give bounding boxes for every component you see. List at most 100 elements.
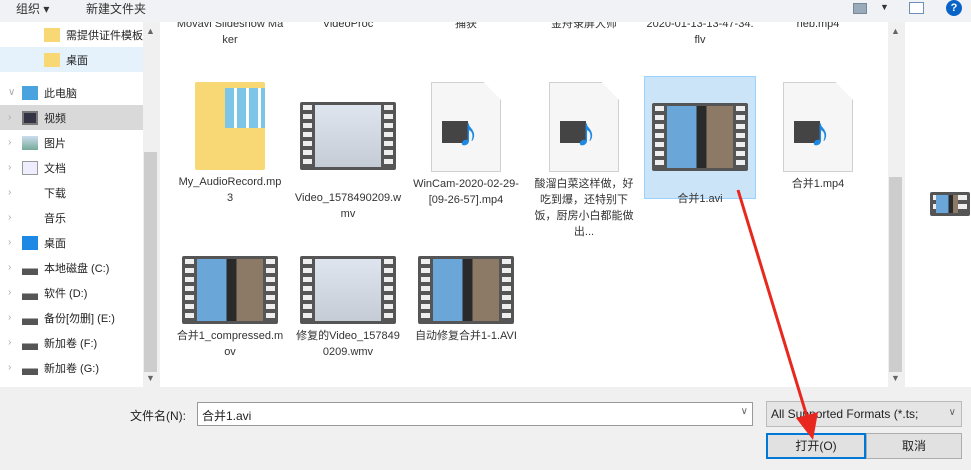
nav-item[interactable]: › 新加卷 (G:) bbox=[0, 355, 143, 380]
nav-item[interactable]: › 视频 bbox=[0, 105, 143, 130]
nav-item[interactable]: › 新加卷 (F:) bbox=[0, 330, 143, 355]
nav-item[interactable]: ∨ 此电脑 bbox=[0, 80, 143, 105]
chevron-right-icon[interactable]: › bbox=[8, 137, 22, 148]
chevron-right-icon[interactable]: › bbox=[8, 237, 22, 248]
chevron-right-icon[interactable]: › bbox=[8, 262, 22, 273]
file-name: WinCam-2020-02-29-[09-26-57].mp4 bbox=[413, 178, 519, 206]
file-item[interactable]: ♪ 酸溜白菜这样做，好吃到爆，还特别下饭，厨房小白都能做出... bbox=[528, 76, 640, 240]
nav-item[interactable]: › 备份[勿删] (E:) bbox=[0, 305, 143, 330]
help-icon[interactable]: ? bbox=[946, 0, 962, 16]
file-item[interactable]: 修复的Video_1578490209.wmv bbox=[292, 254, 404, 360]
nav-item-label: 软件 (D:) bbox=[44, 287, 88, 300]
nav-item[interactable]: › 桌面 bbox=[0, 230, 143, 255]
media-file-icon: ♪ bbox=[549, 82, 619, 172]
chevron-right-icon[interactable]: › bbox=[8, 287, 22, 298]
drive-icon bbox=[22, 260, 38, 275]
video-thumbnail bbox=[418, 256, 514, 324]
organize-menu[interactable]: 组织 ▾ bbox=[16, 0, 49, 17]
chevron-right-icon[interactable]: › bbox=[8, 112, 22, 123]
filetype-select[interactable]: All Supported Formats (*.ts; ∨ bbox=[766, 401, 962, 427]
cancel-button[interactable]: 取消 bbox=[866, 433, 962, 459]
video-thumbnail bbox=[182, 256, 278, 324]
file-item[interactable]: 2020-01-13-13-47-34.flv bbox=[644, 22, 756, 48]
drive-icon bbox=[22, 285, 38, 300]
content-scrollbar[interactable]: ▲ ▼ bbox=[888, 22, 903, 387]
nav-item-label: 新加卷 (G:) bbox=[44, 362, 99, 375]
video-thumbnail bbox=[652, 103, 748, 171]
nav-item[interactable]: › 文档 bbox=[0, 155, 143, 180]
file-name: 合并1.mp4 bbox=[791, 178, 845, 190]
nav-item-label: 备份[勿删] (E:) bbox=[44, 312, 115, 325]
chevron-right-icon[interactable]: › bbox=[8, 212, 22, 223]
open-button[interactable]: 打开(O) bbox=[766, 433, 866, 459]
preview-thumbnail bbox=[930, 192, 970, 216]
navigation-pane: 需提供证件模板桌面 ∨ 此电脑 › 视频 › 图片 › 文档 › 下载 › 音乐 › 桌面 › 本地磁盘 (C:… bbox=[0, 22, 158, 387]
file-name: Movavi Slideshow Maker bbox=[176, 22, 284, 46]
filename-value: 合并1.avi bbox=[202, 409, 252, 423]
drive-icon bbox=[22, 360, 38, 375]
filename-label: 文件名(N): bbox=[130, 409, 186, 423]
preview-pane bbox=[905, 22, 971, 387]
nav-item[interactable]: 需提供证件模板 bbox=[0, 22, 143, 47]
nav-item[interactable]: › 图片 bbox=[0, 130, 143, 155]
chevron-right-icon[interactable]: › bbox=[8, 162, 22, 173]
file-item[interactable]: VideoProc bbox=[292, 22, 404, 32]
file-name: Video_1578490209.wmv bbox=[294, 192, 402, 220]
file-item[interactable]: 自动修复合并1-1.AVI bbox=[410, 254, 522, 344]
view-icon[interactable] bbox=[853, 3, 867, 14]
media-file-icon: ♪ bbox=[783, 82, 853, 172]
chevron-right-icon[interactable]: › bbox=[8, 312, 22, 323]
file-name: VideoProc bbox=[322, 22, 374, 30]
file-name: 自动修复合并1-1.AVI bbox=[415, 330, 517, 342]
nav-scrollbar[interactable]: ▲ ▼ bbox=[143, 22, 158, 387]
nav-item[interactable]: › 下载 bbox=[0, 180, 143, 205]
chevron-right-icon[interactable]: ∨ bbox=[8, 87, 22, 98]
drive-icon bbox=[22, 310, 38, 325]
video-thumbnail bbox=[300, 102, 396, 170]
nav-item-label: 下载 bbox=[44, 187, 66, 200]
preview-pane-icon[interactable] bbox=[909, 2, 924, 14]
chevron-down-icon: ∨ bbox=[948, 407, 956, 418]
file-item[interactable]: 金舟录屏大师 bbox=[528, 22, 640, 32]
nav-item[interactable]: › 本地磁盘 (C:) bbox=[0, 255, 143, 280]
chevron-right-icon[interactable]: › bbox=[8, 362, 22, 373]
music-icon bbox=[22, 211, 38, 225]
nav-item-label: 音乐 bbox=[44, 212, 66, 225]
documents-icon bbox=[22, 160, 38, 175]
file-list: Movavi Slideshow Maker VideoProc 捕获 金舟录屏大师 2… bbox=[160, 22, 888, 387]
chevron-down-icon[interactable]: ▼ bbox=[880, 2, 889, 12]
file-item[interactable]: ♪ WinCam-2020-02-29-[09-26-57].mp4 bbox=[410, 76, 522, 208]
file-name: 合并1_compressed.mov bbox=[176, 330, 284, 358]
download-icon bbox=[22, 186, 38, 200]
file-name: 捕获 bbox=[455, 22, 477, 30]
folder-icon bbox=[44, 52, 60, 67]
file-item[interactable]: My_AudioRecord.mp3 bbox=[174, 76, 286, 206]
file-name: 合并1.avi bbox=[677, 193, 723, 205]
new-folder-button[interactable]: 新建文件夹 bbox=[86, 0, 146, 17]
nav-item-label: 文档 bbox=[44, 162, 66, 175]
nav-item[interactable]: › 软件 (D:) bbox=[0, 280, 143, 305]
file-item[interactable]: heb.mp4 bbox=[762, 22, 874, 32]
pictures-icon bbox=[22, 135, 38, 150]
nav-item[interactable]: › 音乐 bbox=[0, 205, 143, 230]
filename-input[interactable]: 合并1.avi ∨ bbox=[197, 402, 753, 426]
file-item[interactable]: 捕获 bbox=[410, 22, 522, 32]
file-item[interactable]: Video_1578490209.wmv bbox=[292, 76, 404, 222]
folder-icon bbox=[195, 82, 265, 170]
nav-item-label: 图片 bbox=[44, 137, 66, 150]
file-item[interactable]: 合并1_compressed.mov bbox=[174, 254, 286, 360]
chevron-right-icon[interactable]: › bbox=[8, 337, 22, 348]
nav-item-label: 需提供证件模板 bbox=[66, 29, 143, 42]
file-item[interactable]: 合并1.avi bbox=[644, 76, 756, 205]
chevron-right-icon[interactable]: › bbox=[8, 187, 22, 198]
chevron-down-icon[interactable]: ∨ bbox=[741, 406, 748, 417]
folder-icon bbox=[44, 27, 60, 42]
file-name: 金舟录屏大师 bbox=[551, 22, 617, 30]
nav-item-label: 视频 bbox=[44, 112, 66, 125]
nav-item-label: 此电脑 bbox=[44, 87, 77, 100]
file-item[interactable]: Movavi Slideshow Maker bbox=[174, 22, 286, 48]
file-name: 酸溜白菜这样做，好吃到爆，还特别下饭，厨房小白都能做出... bbox=[534, 178, 634, 238]
file-item[interactable]: ♪ 合并1.mp4 bbox=[762, 76, 874, 192]
nav-item[interactable]: 桌面 bbox=[0, 47, 143, 72]
filetype-value: All Supported Formats (*.ts; bbox=[771, 407, 919, 421]
